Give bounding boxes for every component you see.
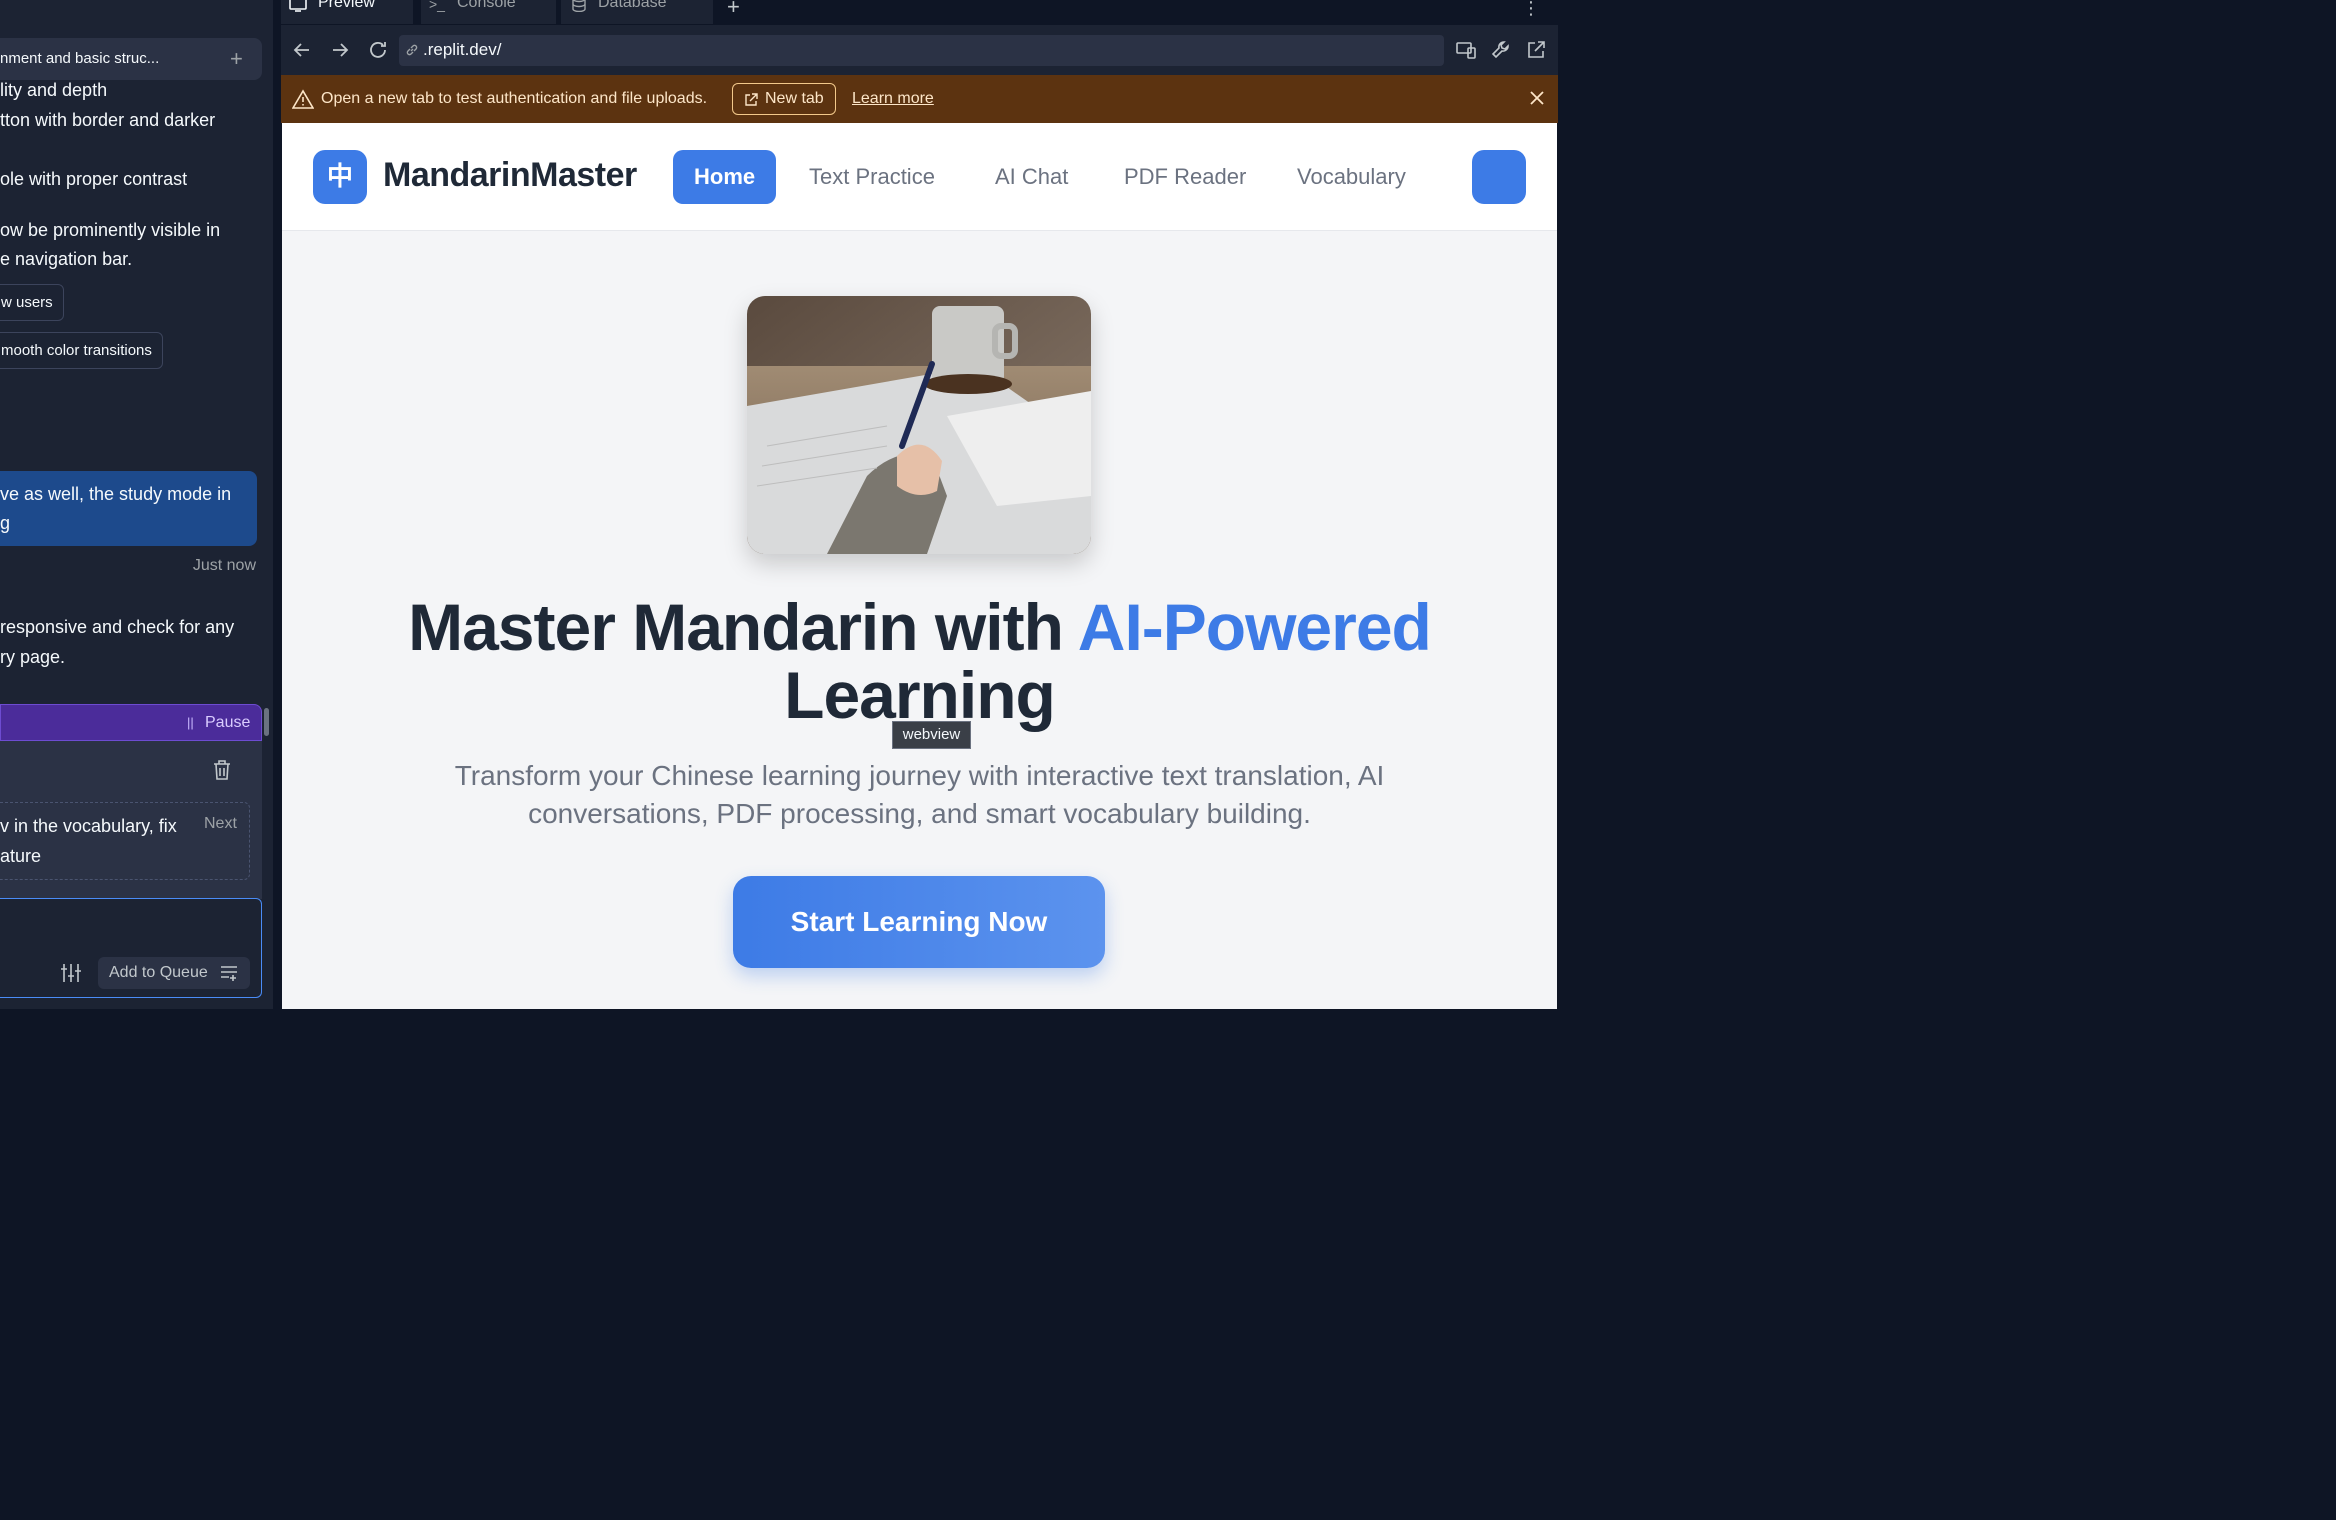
- devices-icon[interactable]: [1455, 39, 1477, 61]
- change-chip[interactable]: mooth color transitions: [0, 332, 163, 369]
- plus-icon[interactable]: +: [230, 46, 243, 72]
- tab-label: Database: [598, 0, 667, 11]
- more-options-icon[interactable]: ⋮: [1522, 0, 1540, 19]
- nav-home[interactable]: Home: [673, 150, 777, 204]
- message-timestamp: Just now: [192, 557, 256, 574]
- add-to-queue-label: Add to Queue: [109, 964, 208, 981]
- add-tab-icon[interactable]: +: [727, 0, 740, 20]
- start-learning-button[interactable]: Start Learning Now: [733, 876, 1105, 968]
- reload-icon[interactable]: [367, 39, 389, 61]
- chat-input[interactable]: Add to Queue: [0, 898, 262, 998]
- brand-name[interactable]: MandarinMaster: [383, 156, 637, 195]
- link-icon: [406, 44, 418, 56]
- message-line: e navigation bar.: [0, 249, 133, 269]
- scrollbar-thumb[interactable]: [264, 708, 269, 736]
- message-line: ole with proper contrast: [0, 169, 188, 189]
- tab-label: Preview: [318, 0, 375, 11]
- banner-message: Open a new tab to test authentication an…: [321, 90, 708, 107]
- tab-label: Console: [457, 0, 516, 11]
- task-header[interactable]: nment and basic struc... +: [0, 38, 262, 80]
- browser-toolbar: .replit.dev/: [281, 25, 1558, 75]
- writing-photo: [747, 296, 1091, 554]
- learn-more-link[interactable]: Learn more: [852, 90, 934, 108]
- user-message-bubble: ve as well, the study mode in g: [0, 471, 257, 546]
- next-label: Next: [204, 815, 237, 832]
- tab-console[interactable]: >_ Console: [421, 0, 556, 24]
- message-line: lity and depth: [0, 80, 108, 100]
- queue-icon: [221, 966, 237, 981]
- agent-reply-line: ry page.: [0, 647, 66, 667]
- user-message-line: ve as well, the study mode in: [0, 484, 232, 504]
- tab-preview[interactable]: Preview: [281, 0, 413, 24]
- forward-arrow-icon[interactable]: [329, 39, 351, 61]
- new-tab-label: New tab: [765, 90, 824, 107]
- nav-ai-chat[interactable]: AI Chat: [995, 150, 1068, 204]
- terminal-icon: >_: [429, 0, 445, 12]
- logo[interactable]: 中: [313, 150, 367, 204]
- task-title: nment and basic struc...: [0, 50, 160, 67]
- database-icon: [572, 0, 586, 12]
- warning-banner: Open a new tab to test authentication an…: [281, 75, 1558, 123]
- nav-text-practice[interactable]: Text Practice: [809, 150, 935, 204]
- agent-reply-line: responsive and check for any: [0, 617, 235, 637]
- queued-item[interactable]: v in the vocabulary, fix ature Next: [0, 802, 250, 880]
- hero-title-part1: Master Mandarin with: [408, 590, 1078, 664]
- queue-body: v in the vocabulary, fix ature Next: [0, 741, 262, 899]
- message-line: tton with border and darker: [0, 110, 216, 130]
- url-text: .replit.dev/: [423, 40, 502, 59]
- site-navbar: 中 MandarinMaster Home Text Practice AI C…: [282, 123, 1557, 231]
- monitor-icon: [289, 0, 307, 12]
- queued-item-line: ature: [0, 846, 42, 866]
- pause-button[interactable]: Pause: [205, 714, 250, 732]
- webview-tooltip: webview: [892, 721, 971, 749]
- nav-action-button[interactable]: [1472, 150, 1526, 204]
- bottom-strip: [0, 1009, 1568, 1020]
- message-line: ow be prominently visible in: [0, 220, 221, 240]
- url-input[interactable]: .replit.dev/: [399, 35, 1444, 66]
- new-tab-button[interactable]: New tab: [732, 83, 836, 115]
- back-arrow-icon[interactable]: [291, 39, 313, 61]
- user-message-line: g: [0, 513, 11, 533]
- panel-divider[interactable]: [273, 0, 281, 1020]
- external-link-icon: [745, 93, 758, 106]
- webview: 中 MandarinMaster Home Text Practice AI C…: [282, 123, 1557, 1009]
- hero-title-accent: AI-Powered: [1077, 590, 1432, 664]
- hero-subtitle: Transform your Chinese learning journey …: [454, 760, 1385, 829]
- close-icon[interactable]: [1530, 91, 1544, 105]
- tab-database[interactable]: Database: [561, 0, 713, 24]
- nav-pdf-reader[interactable]: PDF Reader: [1124, 150, 1246, 204]
- pause-icon[interactable]: ||: [187, 715, 194, 730]
- warning-icon: [292, 89, 314, 109]
- queue-status-bar: || Pause: [0, 704, 262, 741]
- nav-vocabulary[interactable]: Vocabulary: [1297, 150, 1406, 204]
- queued-item-line: v in the vocabulary, fix: [0, 816, 177, 836]
- wrench-icon[interactable]: [1490, 39, 1512, 61]
- hero-title: Master Mandarin with AI-Powered Learning: [282, 593, 1557, 729]
- trash-icon[interactable]: [212, 759, 232, 781]
- change-chip[interactable]: w users: [0, 284, 64, 321]
- agent-panel: nment and basic struc... + lity and dept…: [0, 0, 273, 1020]
- hero-image: [747, 296, 1091, 554]
- settings-sliders-icon[interactable]: [60, 963, 82, 983]
- open-external-icon[interactable]: [1525, 39, 1547, 61]
- add-to-queue-button[interactable]: Add to Queue: [98, 957, 250, 989]
- workspace-tabs: Preview >_ Console Database + ⋮: [281, 0, 1568, 25]
